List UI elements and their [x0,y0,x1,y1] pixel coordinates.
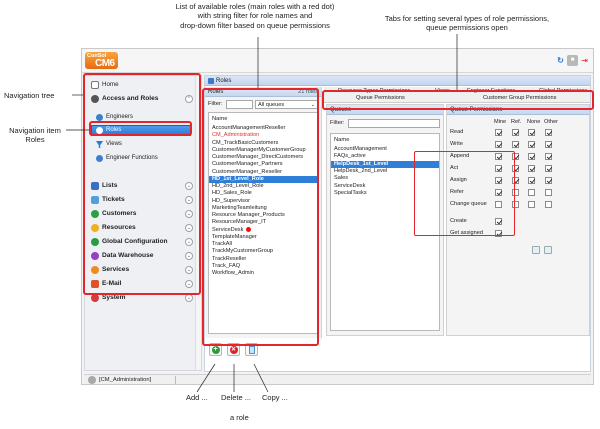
annotation-add: Add ... [186,393,208,402]
annotation-line: drop-down filter based on queue permissi… [180,20,330,30]
permission-checkbox[interactable] [545,129,552,136]
permission-checkbox[interactable] [495,129,502,136]
annotation-copy: Copy ... [262,393,288,402]
annotation-nav-item: Navigation item Roles [2,126,68,145]
highlight-nav-tree [83,73,201,295]
queue-name: HelpDesk_2nd_Level [334,167,388,174]
gear-icon [91,294,99,302]
logo-main-text: CM6 [95,58,115,69]
queue-name: Sales [334,175,348,182]
status-user: [CM_Administration] [99,376,152,383]
perm-column-mine: Mine [494,119,507,125]
plus-icon: + [211,345,220,354]
top-bar: ConSol CM6 ↻ ■ ⇥ [82,49,593,73]
annotation-line: Tabs for setting several types of role p… [384,14,550,23]
roles-header-icon [208,78,214,84]
settings-icon[interactable]: ■ [567,55,578,66]
perm-column-other: Other [544,119,558,125]
permission-row-label: Write [450,141,463,147]
main-title: Roles [216,77,232,84]
queue-name: SpecialTasks [334,189,367,196]
queues-filter-input[interactable] [348,119,440,128]
permission-checkbox[interactable] [545,153,552,160]
permission-checkbox[interactable] [545,201,552,208]
queue-name: HelpDesk_1st_Level [334,160,389,167]
queue-name: AccountManagement [334,146,387,152]
permission-checkbox[interactable] [495,141,502,148]
logout-icon[interactable]: ⇥ [579,55,590,66]
nav-group-label: System [102,294,126,301]
deselect-all-icon[interactable] [544,246,552,254]
annotation-roles-list: List of available roles (main roles with… [150,2,360,30]
highlight-roles-list [202,88,319,346]
annotation-line: Roles [25,135,45,145]
permission-checkbox[interactable] [545,189,552,196]
queues-filter-label: Filter: [330,120,345,126]
status-bar: [CM_Administration] [84,374,591,384]
select-all-icon[interactable] [532,246,540,254]
queues-list-header: Name [334,137,350,143]
permission-checkbox[interactable] [528,165,535,172]
annotation-delete: Delete ... [221,393,252,402]
status-separator [175,376,176,384]
perm-column-none: None [527,119,541,125]
queue-name: ServiceDesk [334,182,366,189]
annotation-line: List of available roles (main roles with… [175,2,335,11]
queue-name: FAQs_active [334,153,366,160]
annotation-line: queue permissions open [426,23,508,33]
permission-checkbox[interactable] [528,177,535,184]
highlight-permissions-matrix [414,151,515,236]
permission-checkbox[interactable] [545,165,552,172]
perm-column-ref: Ref. [511,119,522,125]
annotation-tabs: Tabs for setting several types of role p… [362,14,572,33]
annotation-line: Navigation item [9,126,61,135]
permission-checkbox[interactable] [528,201,535,208]
main-header: Roles [205,76,590,86]
permission-checkbox[interactable] [528,129,535,136]
annotation-nav-tree: Navigation tree [4,91,55,100]
refresh-icon[interactable]: ↻ [555,55,566,66]
permission-checkbox[interactable] [545,177,552,184]
annotation-a-role: a role [230,413,249,422]
annotation-line: with string filter for role names and [197,11,313,21]
consol-logo: ConSol CM6 [85,52,118,69]
delete-icon: ✕ [229,345,238,354]
permission-checkbox[interactable] [528,141,535,148]
permission-checkbox[interactable] [528,189,535,196]
permission-checkbox[interactable] [512,129,519,136]
permission-checkbox[interactable] [512,141,519,148]
chevron-down-icon[interactable]: ⌄ [185,294,193,302]
highlight-tabs [322,90,594,110]
permission-checkbox[interactable] [545,141,552,148]
highlight-nav-roles [89,121,192,136]
user-icon [88,376,96,384]
permission-checkbox[interactable] [528,153,535,160]
copy-icon [248,345,255,354]
permission-row-label: Read [450,129,464,135]
